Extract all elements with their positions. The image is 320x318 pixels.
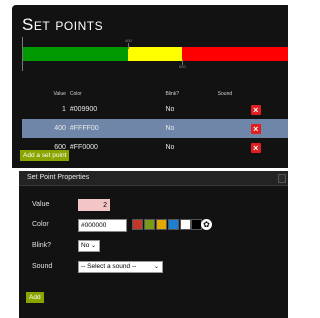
- color-picker-icon[interactable]: ✿: [201, 219, 212, 230]
- blink-select[interactable]: No ⌄: [78, 240, 100, 252]
- row-sound: [200, 100, 250, 119]
- sound-select[interactable]: -- Select a sound -- ⌄: [78, 261, 163, 273]
- delete-icon[interactable]: ×: [250, 123, 261, 134]
- header-delete: [250, 87, 288, 100]
- header-value: Value: [53, 90, 66, 97]
- properties-header: Set Point Properties: [19, 171, 288, 186]
- row-color: #FF0000: [69, 144, 98, 151]
- bar-segment-red: [182, 47, 288, 61]
- swatch-blue[interactable]: [168, 219, 179, 230]
- add-set-point-button[interactable]: Add a set point: [20, 150, 70, 161]
- blink-select-value: No: [81, 242, 90, 249]
- setpoints-table: Value Color Blink? Sound 1 #009900 No × …: [22, 87, 288, 157]
- add-button[interactable]: Add: [26, 292, 44, 303]
- row-blink: No: [164, 119, 201, 138]
- color-input[interactable]: [78, 219, 127, 232]
- table-row[interactable]: 400 #FFFF00 No ×: [22, 119, 288, 138]
- row-value: 400: [22, 119, 70, 138]
- row-blink: No: [165, 106, 175, 113]
- bar-segment-green: [22, 47, 128, 61]
- header-blink: Blink?: [165, 90, 180, 97]
- value-label: Value: [32, 201, 50, 208]
- chevron-down-icon: ⌄: [90, 243, 96, 249]
- chevron-down-icon: ⌄: [153, 264, 159, 270]
- swatch-orange[interactable]: [156, 219, 167, 230]
- blink-label: Blink?: [32, 242, 52, 249]
- close-icon[interactable]: [278, 174, 286, 183]
- color-label: Color: [32, 221, 49, 228]
- bar-label-400: 400: [125, 38, 132, 43]
- sound-label: Sound: [32, 263, 53, 270]
- value-input[interactable]: [78, 199, 110, 211]
- header-color: Color: [69, 90, 82, 97]
- sound-select-value: -- Select a sound --: [81, 263, 137, 270]
- set-point-properties-panel: Set Point Properties Value Color ✿ Blink…: [19, 171, 288, 318]
- bar-marker-400: [128, 43, 129, 49]
- table-header-row: Value Color Blink? Sound: [22, 87, 288, 100]
- swatch-green[interactable]: [144, 219, 155, 230]
- row-blink: No: [165, 144, 175, 151]
- set-points-panel: Set points 400 600 Value Color Blink? So…: [12, 5, 288, 168]
- table-row[interactable]: 1 #009900 No ×: [22, 100, 288, 119]
- header-sound: Sound: [217, 90, 233, 97]
- bar-label-600: 600: [179, 64, 186, 69]
- bar-segment-yellow: [128, 47, 182, 61]
- row-color: #FFFF00: [69, 119, 165, 138]
- swatch-white[interactable]: [180, 219, 191, 230]
- swatch-red[interactable]: [132, 219, 143, 230]
- properties-title: Set Point Properties: [27, 174, 90, 181]
- row-sound: [200, 138, 250, 157]
- delete-icon[interactable]: ×: [250, 104, 261, 115]
- bar-left-marker: [22, 37, 23, 71]
- panel-title: Set points: [22, 15, 104, 34]
- row-sound: [200, 119, 250, 138]
- row-value: 1: [61, 106, 66, 113]
- setpoint-color-bar: [22, 47, 288, 61]
- delete-icon[interactable]: ×: [250, 142, 261, 153]
- row-color: #009900: [69, 106, 98, 113]
